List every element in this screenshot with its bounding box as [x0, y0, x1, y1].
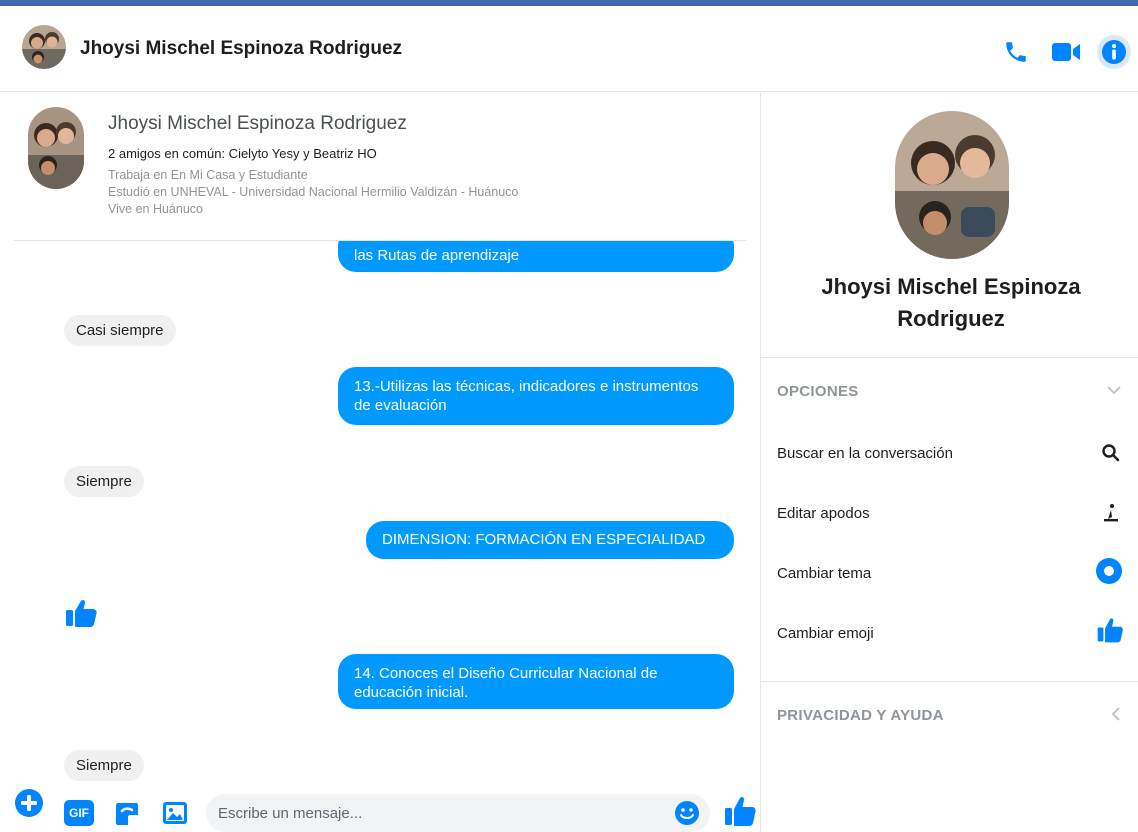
message-incoming[interactable]: Siempre: [64, 750, 144, 781]
plus-icon[interactable]: [14, 788, 44, 818]
thumbs-up-icon[interactable]: [64, 598, 100, 628]
message-input-wrapper: [206, 794, 710, 832]
message-outgoing[interactable]: DIMENSION: FORMACIÓN EN ESPECIALIDAD: [366, 521, 734, 559]
avatar-photo: [22, 25, 66, 69]
message-incoming[interactable]: Siempre: [64, 466, 144, 497]
nickname-icon[interactable]: [1097, 499, 1125, 527]
profile-location: Vive en Huánuco: [108, 202, 203, 216]
conversation-pane: Jhoysi Mischel Espinoza Rodriguez 2 amig…: [0, 93, 760, 832]
avatar-photo: [28, 107, 84, 189]
message-input[interactable]: [218, 800, 658, 826]
avatar-photo: [895, 111, 1009, 259]
message-text: 14. Conoces el Diseño Curricular Naciona…: [354, 665, 658, 701]
profile-avatar[interactable]: [28, 107, 84, 189]
profile-card: Jhoysi Mischel Espinoza Rodriguez 2 amig…: [14, 93, 746, 241]
conversation-header: Jhoysi Mischel Espinoza Rodriguez: [0, 6, 1138, 92]
details-sidebar: Jhoysi Mischel Espinoza Rodriguez OPCION…: [760, 93, 1138, 832]
option-change-theme[interactable]: Cambiar tema: [777, 565, 871, 582]
conversation-title: Jhoysi Mischel Espinoza Rodriguez: [80, 38, 403, 59]
message-text: Siempre: [76, 757, 132, 774]
info-icon[interactable]: [1096, 34, 1132, 70]
profile-work: Trabaja en En Mi Casa y Estudiante: [108, 168, 308, 182]
thumbs-up-icon[interactable]: [1095, 615, 1125, 645]
divider: [761, 357, 1138, 358]
header-avatar[interactable]: [22, 25, 66, 69]
option-edit-nicknames[interactable]: Editar apodos: [777, 505, 870, 522]
message-outgoing[interactable]: 14. Conoces el Diseño Curricular Naciona…: [338, 654, 734, 709]
option-search-conversation[interactable]: Buscar en la conversación: [777, 445, 953, 462]
message-text: 13.-Utilizas las técnicas, indicadores e…: [354, 378, 699, 414]
message-text: Casi siempre: [76, 322, 164, 339]
sidebar-name: Jhoysi Mischel Espinoza Rodriguez: [821, 274, 1081, 331]
message-incoming[interactable]: Casi siempre: [64, 315, 176, 346]
chevron-left-icon[interactable]: [1107, 705, 1127, 725]
profile-name[interactable]: Jhoysi Mischel Espinoza Rodriguez: [108, 113, 407, 135]
chevron-down-icon[interactable]: [1105, 381, 1125, 401]
option-change-emoji[interactable]: Cambiar emoji: [777, 625, 874, 642]
privacy-section-title[interactable]: PRIVACIDAD Y AYUDA: [777, 707, 944, 724]
search-icon[interactable]: [1097, 439, 1125, 467]
mutual-friends: 2 amigos en común: Cielyto Yesy y Beatri…: [108, 146, 377, 161]
sticker-icon[interactable]: [113, 800, 141, 828]
profile-study: Estudió en UNHEVAL - Universidad Naciona…: [108, 185, 519, 199]
message-text: DIMENSION: FORMACIÓN EN ESPECIALIDAD: [382, 531, 706, 548]
sidebar-avatar[interactable]: [895, 111, 1009, 259]
divider: [761, 681, 1138, 682]
gif-label: GIF: [69, 806, 89, 820]
video-icon[interactable]: [1050, 36, 1082, 68]
message-outgoing[interactable]: 13.-Utilizas las técnicas, indicadores e…: [338, 367, 734, 425]
theme-icon[interactable]: [1095, 557, 1123, 585]
phone-icon[interactable]: [1000, 36, 1032, 68]
message-text: las Rutas de aprendizaje: [354, 247, 520, 264]
options-section-title[interactable]: OPCIONES: [777, 383, 859, 400]
message-text: Siempre: [76, 473, 132, 490]
emoji-icon[interactable]: [674, 800, 700, 826]
gif-icon[interactable]: GIF: [64, 800, 94, 826]
image-icon[interactable]: [160, 799, 190, 827]
thumbs-up-icon[interactable]: [722, 794, 758, 828]
